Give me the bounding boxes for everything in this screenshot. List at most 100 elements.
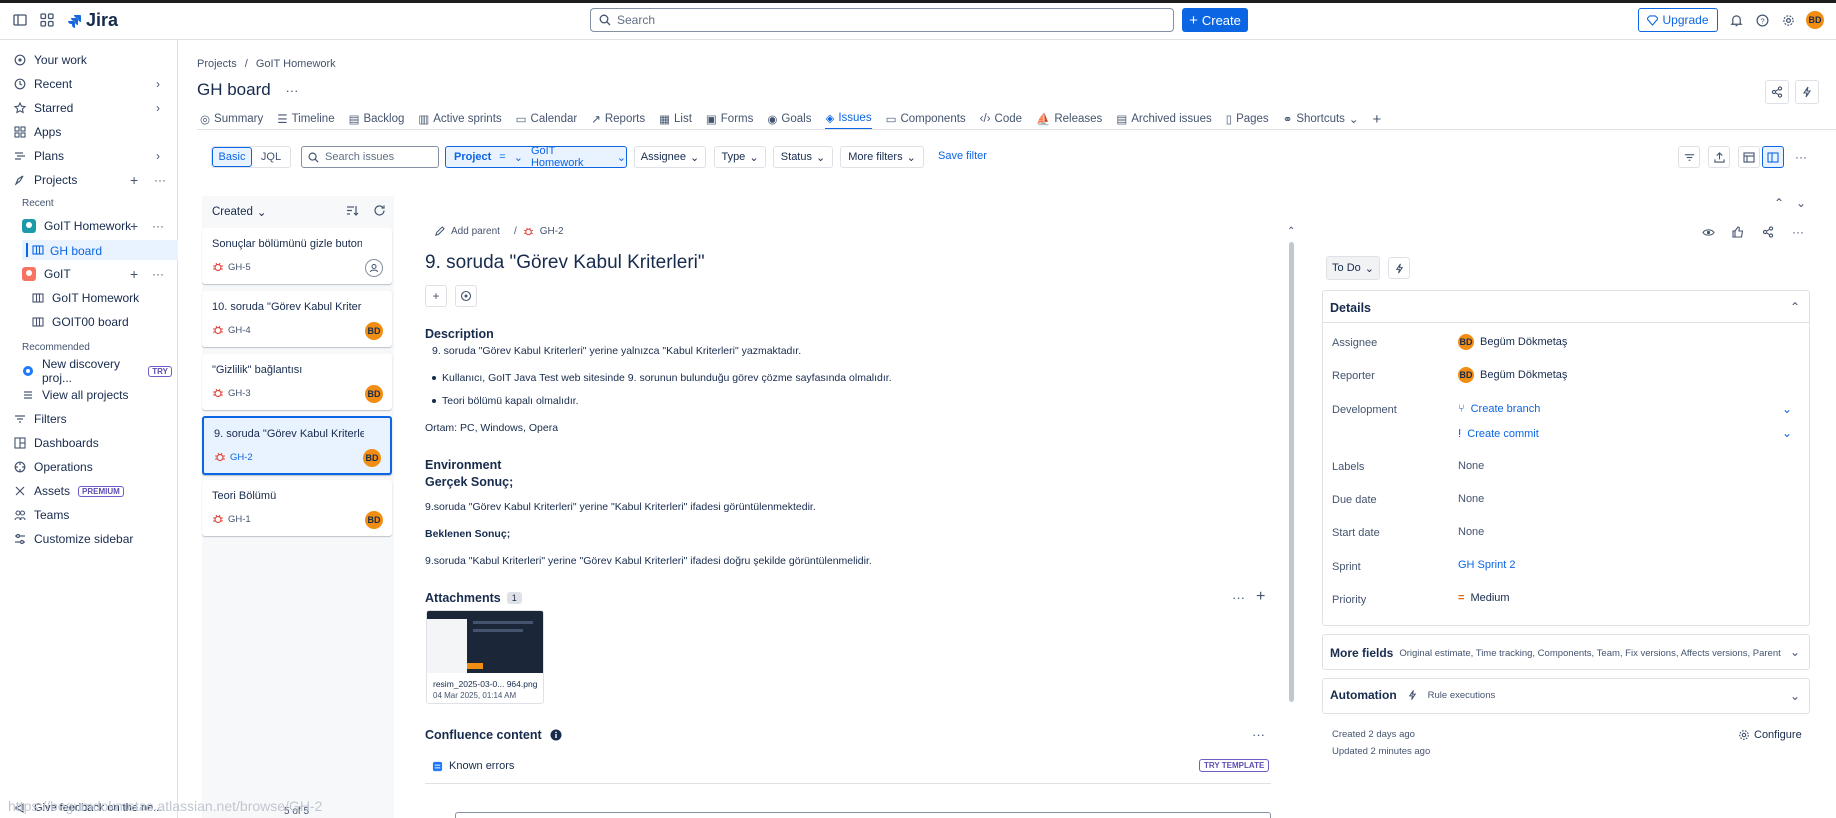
sprint-field[interactable]: GH Sprint 2 — [1458, 559, 1515, 571]
scroll-up-arrow-icon[interactable]: ⌃ — [1287, 226, 1295, 237]
tab-calendar[interactable]: ▭ Calendar — [516, 108, 578, 130]
due-date-field[interactable]: None — [1458, 493, 1484, 505]
tab-releases[interactable]: ⛵ Releases — [1036, 108, 1102, 130]
sidebar-item-projects[interactable]: Projects + ··· — [14, 170, 174, 190]
comment-input[interactable] — [455, 812, 1271, 818]
description-bullet[interactable]: Kullanıcı, GoIT Java Test web sitesinde … — [442, 372, 892, 384]
sidebar-item-operations[interactable]: Operations — [14, 457, 174, 477]
basic-mode-button[interactable]: Basic — [212, 147, 252, 167]
sidebar-item-your-work[interactable]: Your work — [14, 50, 174, 70]
watch-eye-icon[interactable] — [1697, 221, 1719, 243]
detail-scrollbar-thumb[interactable] — [1289, 242, 1294, 702]
detail-view-icon[interactable] — [1762, 146, 1784, 168]
sidebar-item-apps[interactable]: Apps — [14, 122, 174, 142]
sidebar-project-goit[interactable]: GoIT + ··· — [22, 264, 172, 284]
tab-active-sprints[interactable]: ▥ Active sprints — [418, 108, 501, 130]
breadcrumb-project[interactable]: GoIT Homework — [256, 58, 336, 70]
try-template-badge[interactable]: TRY TEMPLATE — [1199, 759, 1270, 772]
tab-list[interactable]: ▦ List — [659, 108, 692, 130]
sidebar-item-teams[interactable]: Teams — [14, 505, 174, 525]
sidebar-item-recent[interactable]: Recent › — [14, 74, 174, 94]
add-tab-plus-icon[interactable]: + — [1373, 108, 1382, 130]
more-filters-button[interactable]: More filters ⌄ — [840, 146, 924, 168]
reporter-field[interactable]: BD Begüm Dökmetaş — [1458, 367, 1567, 383]
assignee-filter-button[interactable]: Assignee ⌄ — [634, 146, 706, 168]
add-child-plus-icon[interactable]: + — [425, 285, 447, 307]
branch-chevron-down-icon[interactable]: ⌄ — [1782, 402, 1792, 416]
more-actions-icon[interactable]: ··· — [1787, 221, 1809, 243]
plus-icon[interactable]: + — [130, 266, 138, 282]
expected-result-text[interactable]: 9.soruda "Kabul Kriterleri" yerine "Göre… — [425, 555, 872, 567]
known-errors-item[interactable]: Known errors — [432, 760, 514, 772]
settings-gear-icon[interactable] — [1776, 8, 1800, 32]
more-icon[interactable]: ··· — [152, 219, 164, 233]
projects-more-icon[interactable]: ··· — [154, 173, 166, 187]
labels-field[interactable]: None — [1458, 460, 1484, 472]
tab-timeline[interactable]: ☰ Timeline — [277, 108, 334, 130]
upgrade-button[interactable]: Upgrade — [1638, 8, 1718, 32]
sidebar-item-view-all-projects[interactable]: View all projects — [22, 385, 172, 405]
attachment-thumbnail[interactable]: resim_2025-03-0... 964.png 04 Mar 2025, … — [426, 610, 544, 704]
refresh-icon[interactable] — [373, 204, 386, 217]
create-branch-link[interactable]: ⑂ Create branch — [1458, 403, 1540, 415]
like-thumb-icon[interactable] — [1727, 221, 1749, 243]
sidebar-item-gh-board[interactable]: GH board — [22, 240, 178, 260]
share-icon[interactable] — [1765, 80, 1789, 104]
info-icon[interactable] — [550, 729, 562, 741]
issue-title[interactable]: 9. soruda "Görev Kabul Kriterleri" — [425, 252, 705, 274]
jql-mode-button[interactable]: JQL — [252, 147, 290, 167]
apps-circle-icon[interactable] — [455, 285, 477, 307]
description-bullet[interactable]: Teori bölümü kapalı olmalıdır. — [442, 395, 579, 407]
save-filter-link[interactable]: Save filter — [938, 150, 987, 162]
issue-key-link[interactable]: GH-2 — [540, 226, 564, 237]
export-icon[interactable] — [1708, 146, 1730, 168]
plus-icon[interactable]: + — [130, 218, 138, 234]
issue-card-gh-1[interactable]: Teori Bölümü GH-1 BD — [202, 480, 392, 536]
add-attachment-plus-icon[interactable]: + — [1256, 588, 1265, 606]
search-issues-input[interactable]: Search issues — [301, 146, 439, 168]
attachments-more-icon[interactable]: ··· — [1232, 590, 1245, 605]
filter-lines-icon[interactable] — [1678, 146, 1700, 168]
tab-goals[interactable]: ◉ Goals — [767, 108, 811, 130]
issue-card-gh-4[interactable]: 10. soruda "Görev Kabul Kriterleri" GH-4… — [202, 291, 392, 347]
sidebar-item-starred[interactable]: Starred › — [14, 98, 174, 118]
sidebar-item-goit-homework-board[interactable]: GoIT Homework — [32, 288, 172, 308]
sort-order-icon[interactable] — [346, 204, 359, 217]
create-button[interactable]: + Create — [1182, 8, 1248, 32]
tab-summary[interactable]: ◎ Summary — [200, 108, 263, 130]
status-filter-button[interactable]: Status ⌄ — [773, 146, 833, 168]
tab-pages[interactable]: ▯ Pages — [1226, 108, 1269, 130]
global-search-input[interactable]: Search — [590, 8, 1174, 32]
expand-chevron-down-icon[interactable]: ⌄ — [1790, 645, 1800, 659]
issue-card-gh-5[interactable]: Sonuçlar bölümünü gizle butonu GH-5 — [202, 228, 392, 284]
tab-components[interactable]: ▭ Components — [886, 108, 966, 130]
add-project-plus-icon[interactable]: + — [130, 172, 138, 188]
sidebar-item-assets[interactable]: Assets PREMIUM — [14, 481, 174, 501]
issue-card-gh-3[interactable]: "Gizlilik" bağlantısı GH-3 BD — [202, 354, 392, 410]
chevron-up-icon[interactable]: ⌃ — [1774, 196, 1784, 210]
app-switcher-icon[interactable] — [35, 8, 59, 32]
actual-result-text[interactable]: 9.soruda "Görev Kabul Kriterleri" yerine… — [425, 501, 816, 513]
collapse-chevron-up-icon[interactable]: ⌃ — [1790, 300, 1800, 314]
assignee-field[interactable]: BD Begüm Dökmetaş — [1458, 334, 1567, 350]
sidebar-toggle-icon[interactable] — [8, 8, 32, 32]
share-icon[interactable] — [1757, 221, 1779, 243]
list-view-icon[interactable] — [1738, 146, 1760, 168]
lightning-icon[interactable] — [1795, 80, 1819, 104]
sidebar-item-filters[interactable]: Filters — [14, 409, 174, 429]
tab-shortcuts[interactable]: ⚭ Shortcuts ⌄ — [1283, 108, 1359, 130]
more-icon[interactable]: ··· — [152, 267, 164, 281]
automation-lightning-icon[interactable] — [1388, 257, 1410, 279]
sort-dropdown[interactable]: Created ⌄ — [212, 205, 267, 219]
tab-archived-issues[interactable]: ▤ Archived issues — [1116, 108, 1211, 130]
commit-chevron-down-icon[interactable]: ⌄ — [1782, 426, 1792, 440]
status-dropdown[interactable]: To Do ⌄ — [1326, 256, 1380, 280]
expand-chevron-down-icon[interactable]: ⌄ — [1790, 689, 1800, 703]
tab-code[interactable]: ‹/› Code — [980, 108, 1022, 130]
tab-backlog[interactable]: ▤ Backlog — [349, 108, 405, 130]
priority-field[interactable]: = Medium — [1458, 592, 1510, 604]
environment-line[interactable]: Ortam: PC, Windows, Opera — [425, 422, 558, 434]
start-date-field[interactable]: None — [1458, 526, 1484, 538]
help-icon[interactable]: ? — [1750, 8, 1774, 32]
project-filter-chip[interactable]: Project = ⌄ GoIT Homework ⌄ — [445, 145, 627, 169]
